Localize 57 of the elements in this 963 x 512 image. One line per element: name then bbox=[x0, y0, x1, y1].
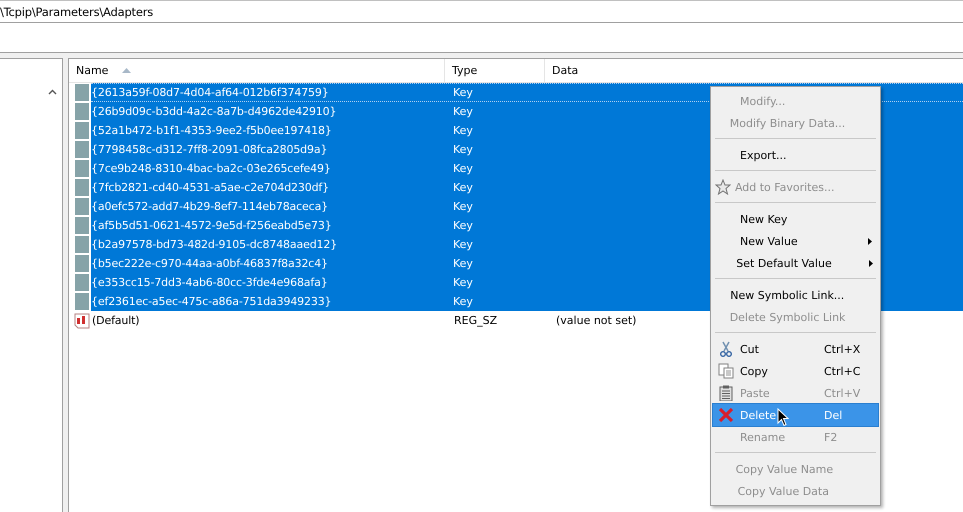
table-cell-text: {af5b5d51-0621-4572-9e5d-f256eabd5e73} bbox=[91, 219, 333, 232]
table-cell-text: {ef2361ec-a5ec-475c-a86a-751da3949233} bbox=[91, 295, 332, 308]
delete-icon bbox=[718, 407, 734, 423]
scissors-icon bbox=[718, 341, 734, 357]
string-value-icon bbox=[74, 312, 90, 328]
address-bar[interactable]: \Tcpip\Parameters\Adapters bbox=[0, 0, 963, 23]
table-cell-text: Key bbox=[452, 86, 474, 99]
table-cell-text: Key bbox=[452, 276, 474, 289]
table-cell-text: {b5ec222e-c970-44aa-a0bf-46837f8a32c4} bbox=[91, 257, 329, 270]
folder-icon bbox=[75, 103, 89, 120]
folder-icon bbox=[75, 255, 89, 272]
column-header[interactable]: Data bbox=[545, 59, 963, 82]
address-text: \Tcpip\Parameters\Adapters bbox=[0, 4, 154, 18]
table-cell-text: (value not set) bbox=[555, 314, 636, 327]
menu-item[interactable]: Delete Del bbox=[713, 404, 878, 426]
folder-icon bbox=[75, 122, 89, 139]
folder-icon bbox=[75, 141, 89, 158]
folder-icon bbox=[75, 84, 89, 101]
folder-icon bbox=[75, 274, 89, 291]
mouse-cursor-icon bbox=[777, 408, 789, 427]
folder-icon bbox=[75, 179, 89, 196]
folder-icon bbox=[75, 160, 89, 177]
table-cell-text: Key bbox=[452, 181, 474, 194]
folder-icon bbox=[75, 198, 89, 215]
table-cell-text: Key bbox=[452, 238, 474, 251]
table-cell-text: {a0efc572-add7-4b29-8ef7-114eb78aceca} bbox=[91, 200, 330, 213]
table-cell-text: {e353cc15-7dd3-4ab6-80cc-3fde4e968afa} bbox=[91, 276, 329, 289]
table-cell-text: Key bbox=[452, 295, 474, 308]
table-cell-text: Key bbox=[452, 200, 474, 213]
table-cell-text: Key bbox=[452, 143, 474, 156]
folder-icon bbox=[75, 293, 89, 310]
menu-item[interactable]: Set Default Value bbox=[713, 252, 878, 274]
table-cell-text: Key bbox=[452, 162, 474, 175]
copy-icon bbox=[718, 363, 734, 379]
table-row[interactable]: (Default) REG_SZ (value not set) bbox=[92, 311, 704, 330]
table-cell-text: Key bbox=[452, 124, 474, 137]
folder-icon bbox=[75, 217, 89, 234]
table-cell-text: (Default) bbox=[92, 314, 140, 327]
column-header[interactable]: Type bbox=[445, 59, 545, 82]
table-cell-text: REG_SZ bbox=[453, 314, 498, 327]
table-cell-text: {52a1b472-b1f1-4353-9ee2-f5b0ee197418} bbox=[91, 124, 333, 137]
table-cell-text: Key bbox=[452, 105, 474, 118]
table-cell-text: Key bbox=[452, 219, 474, 232]
table-cell-text: {26b9d09c-b3dd-4a2c-8a7b-d4962de42910} bbox=[91, 105, 338, 118]
table-cell-text: {7798458c-d312-7ff8-2091-08fca2805d9a} bbox=[91, 143, 328, 156]
table-cell-text: {b2a97578-bd73-482d-9105-dc8748aaed12} bbox=[91, 238, 338, 251]
table-cell-text: {7ce9b248-8310-4bac-ba2c-03e265cefe49} bbox=[91, 162, 332, 175]
table-cell-text: {7fcb2821-cd40-4531-a5ae-c2e704d230df} bbox=[91, 181, 330, 194]
star-icon bbox=[715, 179, 732, 195]
clipboard-icon bbox=[718, 385, 734, 401]
folder-icon bbox=[75, 236, 89, 253]
scroll-up-icon[interactable] bbox=[48, 89, 57, 95]
column-header[interactable]: Name bbox=[69, 59, 445, 82]
table-cell-text: Key bbox=[452, 257, 474, 270]
menu-item[interactable]: Cut Ctrl+X bbox=[713, 338, 878, 360]
table-cell-text: {2613a59f-08d7-4d04-af64-012b6f374759} bbox=[91, 86, 330, 99]
menu-item[interactable]: Copy Ctrl+C bbox=[713, 360, 878, 382]
